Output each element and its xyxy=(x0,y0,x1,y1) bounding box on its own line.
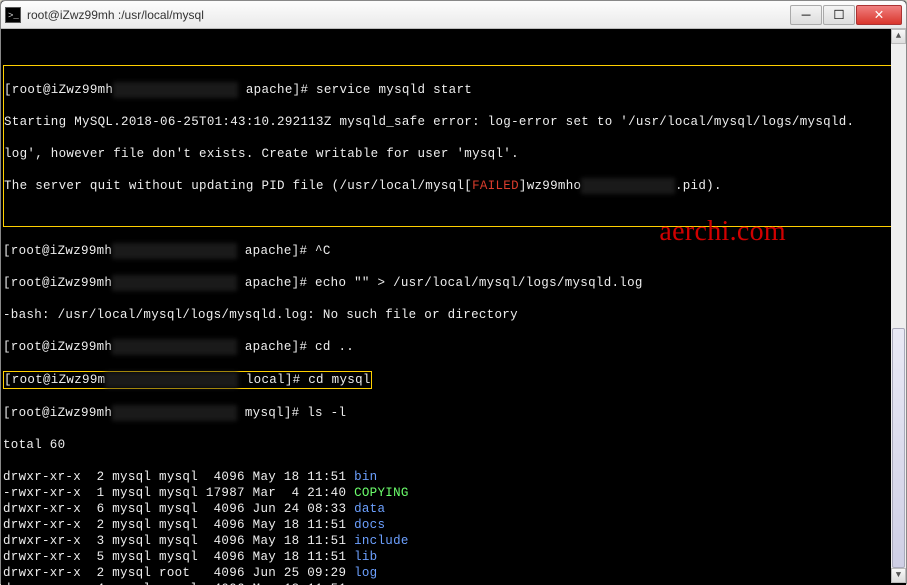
scroll-up-button[interactable]: ▲ xyxy=(891,29,906,44)
cmd: apache]# echo "" > /usr/local/mysql/logs… xyxy=(237,276,643,290)
window-title: root@iZwz99mh :/usr/local/mysql xyxy=(27,7,790,23)
minimize-button[interactable]: ─ xyxy=(790,5,822,25)
cmd: mysql]# ls -l xyxy=(237,406,346,420)
titlebar[interactable]: root@iZwz99mh :/usr/local/mysql ─ ☐ ✕ xyxy=(1,1,906,29)
prompt-host: [root@iZwz99mh xyxy=(3,340,112,354)
scrollbar-track[interactable] xyxy=(891,44,906,568)
output: The server quit without updating PID fil… xyxy=(4,179,472,193)
failed-label: FAILED xyxy=(472,179,519,193)
window-controls: ─ ☐ ✕ xyxy=(790,5,902,25)
cmd: local]# cd mysql xyxy=(238,373,371,387)
output: -bash: /usr/local/mysql/logs/mysqld.log:… xyxy=(3,307,904,323)
ls-row: drwxr-xr-x 3 mysql mysql 4096 May 18 11:… xyxy=(3,533,904,549)
terminal-app-icon xyxy=(5,7,21,23)
highlight-box-cd: [root@iZwz99mxxxxxxxxxxxxxxxxx local]# c… xyxy=(3,371,372,389)
ls-row: drwxr-xr-x 5 mysql mysql 4096 May 18 11:… xyxy=(3,549,904,565)
close-button[interactable]: ✕ xyxy=(856,5,902,25)
output: ]wz99mho xyxy=(519,179,581,193)
maximize-button[interactable]: ☐ xyxy=(823,5,855,25)
prompt-host: [root@iZwz99mh xyxy=(3,244,112,258)
output: .pid). xyxy=(675,179,722,193)
output: Starting MySQL.2018-06-25T01:43:10.29211… xyxy=(4,114,903,130)
prompt-host: [root@iZwz99mh xyxy=(4,83,113,97)
watermark: aerchi.com xyxy=(659,224,786,240)
cmd: apache]# service mysqld start xyxy=(238,83,472,97)
ls-row: drwxr-xr-x 2 mysql root 4096 Jun 25 09:2… xyxy=(3,565,904,581)
terminal-body[interactable]: [root@iZwz99mhxxxxxxxxxxxxxxxx apache]# … xyxy=(1,29,906,585)
highlight-box-1: [root@iZwz99mhxxxxxxxxxxxxxxxx apache]# … xyxy=(3,65,904,227)
scrollbar-thumb[interactable] xyxy=(892,328,905,568)
ls-row: drwxr-xr-x 2 mysql mysql 4096 May 18 11:… xyxy=(3,517,904,533)
terminal-window: root@iZwz99mh :/usr/local/mysql ─ ☐ ✕ [r… xyxy=(0,0,907,584)
prompt-host: [root@iZwz99mh xyxy=(3,276,112,290)
ls-row: drwxr-xr-x 4 mysql mysql 4096 May 18 11:… xyxy=(3,581,904,585)
scroll-down-button[interactable]: ▼ xyxy=(891,568,906,583)
ls-total: total 60 xyxy=(3,437,904,453)
ls-row: -rwxr-xr-x 1 mysql mysql 17987 Mar 4 21:… xyxy=(3,485,904,501)
cmd: apache]# ^C xyxy=(237,244,331,258)
prompt-host: [root@iZwz99m xyxy=(4,373,105,387)
ls-row: drwxr-xr-x 6 mysql mysql 4096 Jun 24 08:… xyxy=(3,501,904,517)
ls-row: drwxr-xr-x 2 mysql mysql 4096 May 18 11:… xyxy=(3,469,904,485)
output: log', however file don't exists. Create … xyxy=(4,146,903,162)
prompt-host: [root@iZwz99mh xyxy=(3,406,112,420)
vertical-scrollbar[interactable]: ▲ ▼ xyxy=(891,29,906,583)
cmd: apache]# cd .. xyxy=(237,340,354,354)
